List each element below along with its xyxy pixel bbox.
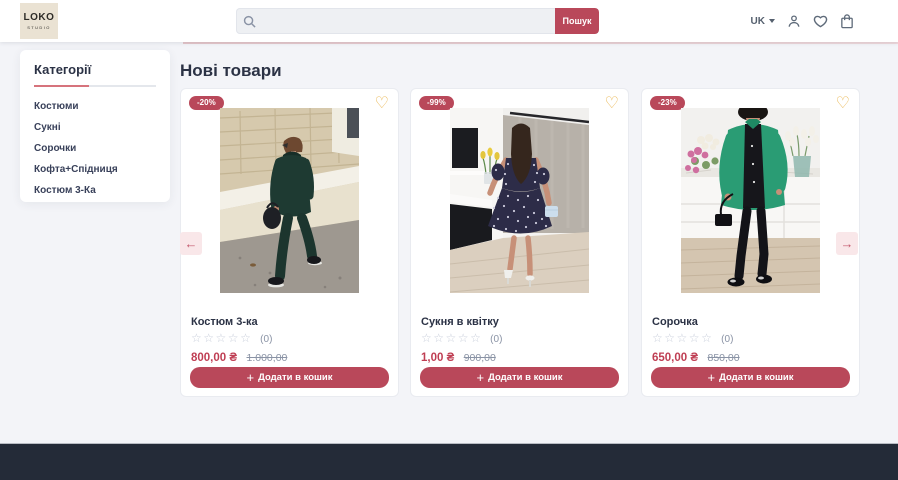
- star-icon: ☆: [664, 331, 676, 345]
- category-item-kostyum-3ka[interactable]: Костюм 3-Ка: [34, 180, 156, 201]
- current-price: 800,00 ₴: [191, 352, 237, 364]
- favorite-heart-icon[interactable]: ♡: [836, 93, 850, 115]
- star-icon: ☆: [446, 331, 458, 345]
- product-prices: 650,00 ₴ 850,00: [652, 348, 740, 366]
- star-icon: ☆: [677, 331, 689, 345]
- header-actions: UK: [751, 0, 854, 42]
- favorite-heart-icon[interactable]: ♡: [605, 93, 619, 115]
- chevron-down-icon: [769, 19, 775, 23]
- star-icon: ☆: [433, 331, 445, 345]
- logo-title: LOKO: [24, 13, 55, 23]
- old-price: 850,00: [708, 352, 740, 364]
- star-icon: ☆: [191, 331, 203, 345]
- star-icon: ☆: [458, 331, 470, 345]
- plus-icon: +: [707, 371, 715, 384]
- carousel-next-button[interactable]: →: [836, 232, 858, 255]
- discount-badge: -99%: [419, 96, 454, 110]
- wishlist-icon[interactable]: [813, 14, 828, 28]
- categories-sidebar: Категорії Костюми Сукні Сорочки Кофта+Сп…: [20, 50, 170, 202]
- cart-icon[interactable]: [840, 14, 854, 29]
- search-icon: [236, 8, 263, 34]
- star-icon: ☆: [203, 331, 215, 345]
- add-to-cart-label: Додати в кошик: [488, 372, 562, 383]
- account-icon[interactable]: [787, 14, 801, 28]
- categories-title: Категорії: [34, 62, 156, 77]
- product-image[interactable]: [450, 108, 589, 293]
- product-rating: ☆☆☆☆☆ (0): [652, 331, 733, 345]
- product-title[interactable]: Костюм 3-ка: [191, 316, 258, 328]
- add-to-cart-label: Додати в кошик: [719, 372, 793, 383]
- logo-subtitle: STUDIO: [27, 25, 51, 30]
- header-divider: [183, 42, 898, 44]
- current-price: 1,00 ₴: [421, 352, 454, 364]
- carousel-prev-button[interactable]: ←: [180, 232, 202, 255]
- plus-icon: +: [476, 371, 484, 384]
- search-button[interactable]: Пошук: [555, 8, 599, 34]
- star-icon: ☆: [421, 331, 433, 345]
- plus-icon: +: [246, 371, 254, 384]
- product-card: -23% ♡: [641, 88, 860, 397]
- star-icon: ☆: [228, 331, 240, 345]
- star-icon: ☆: [470, 331, 482, 345]
- product-prices: 1,00 ₴ 900,00: [421, 348, 496, 366]
- logo[interactable]: LOKO STUDIO: [20, 3, 58, 39]
- old-price: 1.000,00: [247, 352, 288, 364]
- product-rating: ☆☆☆☆☆ (0): [421, 331, 502, 345]
- add-to-cart-label: Додати в кошик: [258, 372, 332, 383]
- rating-count: (0): [721, 334, 733, 345]
- category-item-sorochky[interactable]: Сорочки: [34, 138, 156, 159]
- rating-count: (0): [260, 334, 272, 345]
- language-selector[interactable]: UK: [751, 16, 775, 27]
- search-input[interactable]: [263, 8, 555, 34]
- current-price: 650,00 ₴: [652, 352, 698, 364]
- discount-badge: -23%: [650, 96, 685, 110]
- categories-list: Костюми Сукні Сорочки Кофта+Спідниця Кос…: [34, 96, 156, 201]
- product-rating: ☆☆☆☆☆ (0): [191, 331, 272, 345]
- category-item-sukni[interactable]: Сукні: [34, 117, 156, 138]
- add-to-cart-button[interactable]: + Додати в кошик: [190, 367, 389, 388]
- product-title[interactable]: Сорочка: [652, 316, 698, 328]
- category-item-kostyumy[interactable]: Костюми: [34, 96, 156, 117]
- product-image[interactable]: [220, 108, 359, 293]
- page-title: Нові товари: [180, 61, 282, 81]
- star-icon: ☆: [240, 331, 252, 345]
- favorite-heart-icon[interactable]: ♡: [375, 93, 389, 115]
- product-title[interactable]: Сукня в квітку: [421, 316, 499, 328]
- header: LOKO STUDIO Пошук UK: [0, 0, 898, 42]
- search-bar: Пошук: [236, 8, 599, 34]
- product-image[interactable]: [681, 108, 820, 293]
- footer: [0, 443, 898, 480]
- category-item-kofta-spidnytsya[interactable]: Кофта+Спідниця: [34, 159, 156, 180]
- star-icon: ☆: [701, 331, 713, 345]
- title-underline: [34, 85, 156, 87]
- star-icon: ☆: [689, 331, 701, 345]
- product-card: -99% ♡: [410, 88, 629, 397]
- product-prices: 800,00 ₴ 1.000,00: [191, 348, 287, 366]
- discount-badge: -20%: [189, 96, 224, 110]
- add-to-cart-button[interactable]: + Додати в кошик: [420, 367, 619, 388]
- product-card: -20% ♡: [180, 88, 399, 397]
- add-to-cart-button[interactable]: + Додати в кошик: [651, 367, 850, 388]
- language-label: UK: [751, 16, 765, 27]
- rating-count: (0): [490, 334, 502, 345]
- star-icon: ☆: [652, 331, 664, 345]
- old-price: 900,00: [464, 352, 496, 364]
- star-icon: ☆: [216, 331, 228, 345]
